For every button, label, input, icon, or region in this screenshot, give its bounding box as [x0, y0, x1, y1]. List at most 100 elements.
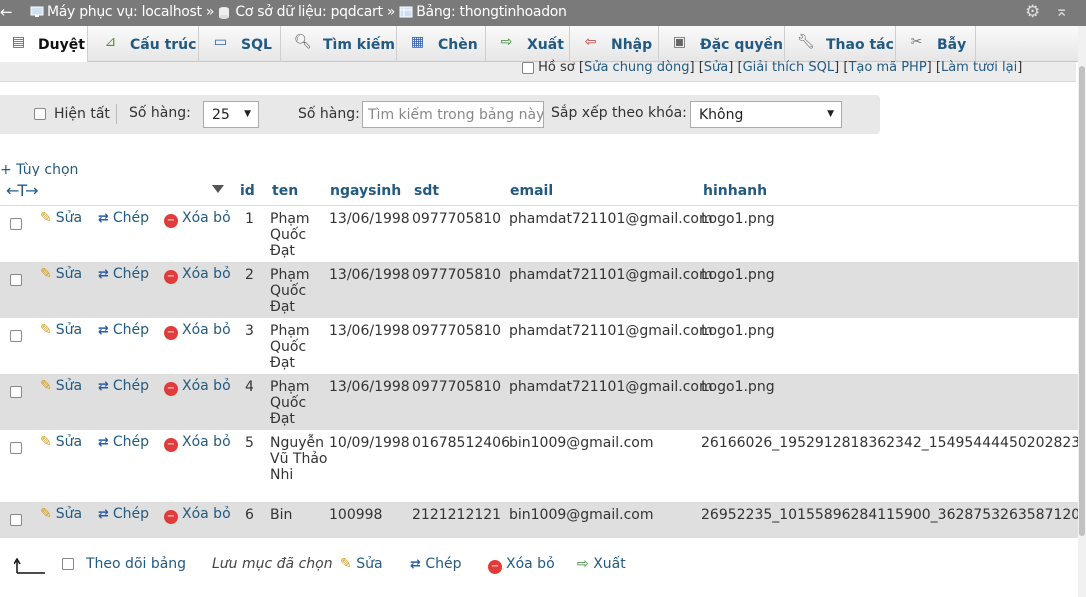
- row-delete-link[interactable]: − Xóa bỏ: [164, 266, 231, 284]
- refresh-link[interactable]: Làm tươi lại: [941, 60, 1017, 75]
- cell-hinhanh[interactable]: Logo1.png: [701, 323, 775, 339]
- cell-ngaysinh[interactable]: 13/06/1998: [329, 323, 410, 339]
- row-edit-link[interactable]: ✎ Sửa: [40, 378, 82, 394]
- cell-ngaysinh[interactable]: 13/06/1998: [329, 379, 410, 395]
- cell-email[interactable]: phamdat721101@gmail.com: [509, 379, 713, 395]
- cell-ten[interactable]: Nguyễn Vũ Thảo Nhi: [270, 435, 328, 483]
- column-resize-arrows-icon[interactable]: ←T→: [6, 181, 39, 200]
- row-delete-link[interactable]: − Xóa bỏ: [164, 322, 231, 340]
- row-delete-link[interactable]: − Xóa bỏ: [164, 210, 231, 228]
- column-header-ten[interactable]: ten: [272, 183, 298, 199]
- tab-triggers[interactable]: ✂ Bẫy: [896, 26, 976, 62]
- breadcrumb-table[interactable]: Bảng: thongtinhoadon: [416, 4, 567, 20]
- row-checkbox[interactable]: [10, 218, 22, 230]
- row-copy-link[interactable]: ⇄ Chép: [98, 322, 149, 338]
- bulk-delete-button[interactable]: − Xóa bỏ: [488, 556, 555, 574]
- row-delete-link[interactable]: − Xóa bỏ: [164, 506, 231, 524]
- cell-id[interactable]: 5: [245, 435, 254, 451]
- back-arrow-icon[interactable]: ←: [0, 3, 16, 21]
- row-edit-link[interactable]: ✎ Sửa: [40, 266, 82, 282]
- cell-email[interactable]: phamdat721101@gmail.com: [509, 211, 713, 227]
- cell-hinhanh[interactable]: Logo1.png: [701, 211, 775, 227]
- column-header-hinhanh[interactable]: hinhanh: [703, 183, 767, 199]
- cell-ten[interactable]: Bin: [270, 507, 328, 523]
- row-edit-link[interactable]: ✎ Sửa: [40, 322, 82, 338]
- create-php-link[interactable]: Tạo mã PHP: [848, 60, 926, 75]
- row-edit-link[interactable]: ✎ Sửa: [40, 506, 82, 522]
- row-checkbox[interactable]: [10, 330, 22, 342]
- cell-hinhanh[interactable]: Logo1.png: [701, 267, 775, 283]
- cell-id[interactable]: 2: [245, 267, 254, 283]
- row-copy-link[interactable]: ⇄ Chép: [98, 378, 149, 394]
- row-delete-link[interactable]: − Xóa bỏ: [164, 434, 231, 452]
- row-checkbox[interactable]: [10, 274, 22, 286]
- cell-sdt[interactable]: 2121212121: [412, 507, 501, 523]
- cell-id[interactable]: 1: [245, 211, 254, 227]
- row-copy-link[interactable]: ⇄ Chép: [98, 506, 149, 522]
- cell-ngaysinh[interactable]: 10/09/1998: [329, 435, 410, 451]
- bulk-copy-button[interactable]: ⇄ Chép: [410, 556, 462, 572]
- bulk-edit-button[interactable]: ✎ Sửa: [340, 556, 383, 572]
- bulk-export-button[interactable]: ⇨ Xuất: [577, 556, 626, 572]
- cell-id[interactable]: 6: [245, 507, 254, 523]
- show-all-checkbox[interactable]: [34, 108, 46, 120]
- cell-ngaysinh[interactable]: 13/06/1998: [329, 267, 410, 283]
- row-checkbox[interactable]: [10, 514, 22, 526]
- scrollbar-thumb[interactable]: [1079, 66, 1085, 536]
- cell-ten[interactable]: Phạm Quốc Đạt: [270, 323, 328, 371]
- cell-hinhanh[interactable]: 26952235_10155896284115900_3628753263587…: [701, 507, 1078, 523]
- edit-link[interactable]: Sửa: [704, 60, 728, 75]
- row-copy-link[interactable]: ⇄ Chép: [98, 266, 149, 282]
- cell-ten[interactable]: Phạm Quốc Đạt: [270, 379, 328, 427]
- cell-id[interactable]: 3: [245, 323, 254, 339]
- cell-sdt[interactable]: 0977705810: [412, 211, 501, 227]
- breadcrumb-server[interactable]: Máy phục vụ: localhost: [47, 4, 202, 20]
- tab-operations[interactable]: 🔧︎ Thao tác: [785, 26, 896, 62]
- cell-ngaysinh[interactable]: 100998: [329, 507, 382, 523]
- cell-hinhanh[interactable]: Logo1.png: [701, 379, 775, 395]
- sort-by-key-select[interactable]: Không ▼: [690, 101, 842, 128]
- cell-email[interactable]: bin1009@gmail.com: [509, 507, 654, 523]
- rows-per-page-select[interactable]: 25 ▼: [203, 101, 259, 128]
- tab-export[interactable]: ⇨ Xuất: [486, 26, 570, 62]
- collapse-icon[interactable]: ⌅: [1055, 1, 1068, 20]
- tab-search[interactable]: 🔍︎ Tìm kiếm: [281, 26, 397, 62]
- cell-hinhanh[interactable]: 26166026_1952912818362342_15495444450202…: [701, 435, 1078, 451]
- cell-ten[interactable]: Phạm Quốc Đạt: [270, 211, 328, 259]
- tab-structure[interactable]: ⊿ Cấu trúc: [88, 26, 199, 62]
- cell-email[interactable]: bin1009@gmail.com: [509, 435, 654, 451]
- tab-sql[interactable]: ▭ SQL: [199, 26, 281, 62]
- cell-sdt[interactable]: 0977705810: [412, 267, 501, 283]
- row-copy-link[interactable]: ⇄ Chép: [98, 434, 149, 450]
- tab-browse[interactable]: ▤ Duyệt: [0, 26, 88, 63]
- edit-inline-link[interactable]: Sửa chung dòng: [584, 60, 690, 75]
- cell-sdt[interactable]: 0977705810: [412, 379, 501, 395]
- explain-sql-link[interactable]: Giải thích SQL: [743, 60, 835, 75]
- column-header-id[interactable]: id: [240, 183, 255, 199]
- cell-ten[interactable]: Phạm Quốc Đạt: [270, 267, 328, 315]
- row-edit-link[interactable]: ✎ Sửa: [40, 434, 82, 450]
- gear-icon[interactable]: ⚙: [1025, 2, 1040, 22]
- row-checkbox[interactable]: [10, 442, 22, 454]
- tab-import[interactable]: ⇦ Nhập: [570, 26, 659, 62]
- vertical-scrollbar[interactable]: [1078, 26, 1086, 597]
- column-header-ngaysinh[interactable]: ngaysinh: [330, 183, 401, 199]
- cell-sdt[interactable]: 01678512406: [412, 435, 510, 451]
- row-delete-link[interactable]: − Xóa bỏ: [164, 378, 231, 396]
- cell-email[interactable]: phamdat721101@gmail.com: [509, 267, 713, 283]
- cell-email[interactable]: phamdat721101@gmail.com: [509, 323, 713, 339]
- tab-privileges[interactable]: ▣ Đặc quyền: [659, 26, 785, 62]
- row-copy-link[interactable]: ⇄ Chép: [98, 210, 149, 226]
- check-all-label[interactable]: Theo dõi bảng: [86, 556, 186, 572]
- breadcrumb-database[interactable]: Cơ sở dữ liệu: pqdcart: [235, 4, 383, 20]
- column-header-sdt[interactable]: sdt: [414, 183, 439, 199]
- row-checkbox[interactable]: [10, 386, 22, 398]
- row-edit-link[interactable]: ✎ Sửa: [40, 210, 82, 226]
- check-all-checkbox[interactable]: [62, 558, 74, 570]
- profiling-checkbox[interactable]: [522, 61, 534, 74]
- cell-id[interactable]: 4: [245, 379, 254, 395]
- cell-ngaysinh[interactable]: 13/06/1998: [329, 211, 410, 227]
- tab-insert[interactable]: ▦ Chèn: [397, 26, 486, 62]
- sort-dropdown-icon[interactable]: [212, 185, 224, 193]
- cell-sdt[interactable]: 0977705810: [412, 323, 501, 339]
